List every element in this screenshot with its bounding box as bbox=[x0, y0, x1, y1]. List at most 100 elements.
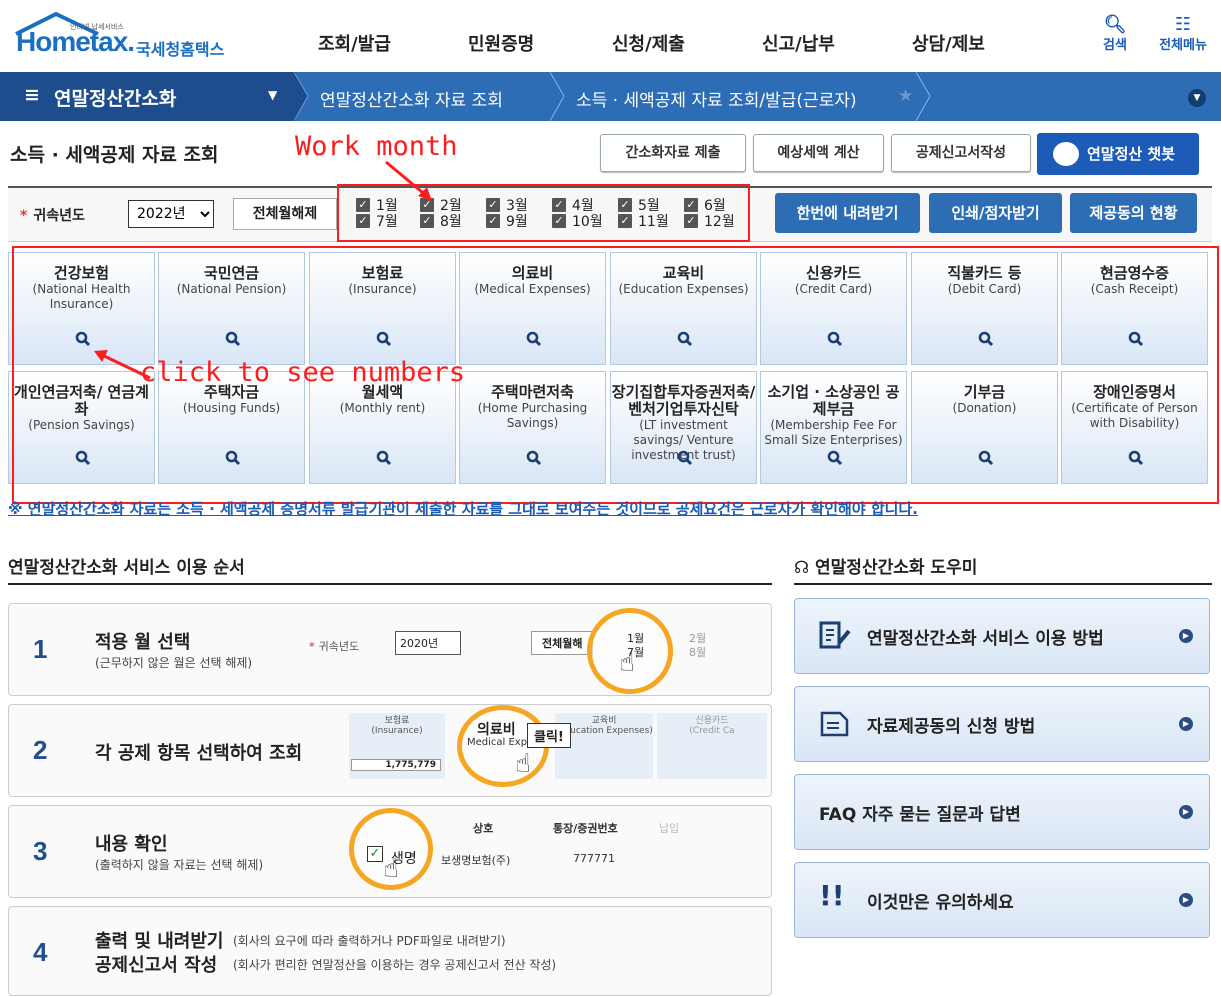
illus-year-label: 귀속년도 bbox=[318, 640, 360, 653]
illus-checkbox: ✓ bbox=[367, 846, 383, 862]
illus-amount: 1,775,779 bbox=[351, 759, 441, 771]
arrow-right-icon: ▶ bbox=[1179, 805, 1193, 819]
page-title: 소득 · 세액공제 자료 조회 bbox=[10, 144, 219, 166]
helper-consent[interactable]: 자료제공동의 신청 방법 ▶ bbox=[794, 686, 1210, 762]
grid-icon: ☷ bbox=[1174, 14, 1192, 35]
nav-filing[interactable]: 신고/납부 bbox=[762, 30, 835, 56]
month-checkbox[interactable]: ✓ 12월 bbox=[684, 214, 735, 230]
download-all-button[interactable]: 한번에 내려받기 bbox=[775, 193, 920, 233]
month-checkbox[interactable]: ✓ 8월 bbox=[420, 214, 462, 230]
step-desc-2: (회사가 편리한 연말정산을 이용하는 경우 공제신고서 전산 작성) bbox=[233, 958, 557, 972]
step-heading-2: 공제신고서 작성 bbox=[95, 955, 218, 976]
month-checkbox[interactable]: ✓ 4월 bbox=[552, 198, 594, 214]
caret-down-icon: ▼ bbox=[268, 88, 278, 102]
print-button[interactable]: 인쇄/점자받기 bbox=[929, 193, 1062, 233]
illus-col-header: 통장/증권번호 bbox=[553, 822, 618, 835]
consent-status-button[interactable]: 제공동의 현황 bbox=[1070, 193, 1197, 233]
step-number: 3 bbox=[33, 836, 48, 866]
step-heading: 각 공제 항목 선택하여 조회 bbox=[95, 743, 303, 764]
month-checkbox[interactable]: ✓ 7월 bbox=[356, 214, 398, 230]
nav-inquiry[interactable]: 조회/발급 bbox=[318, 30, 391, 56]
breadcrumb-bar: ≡ 연말정산간소화 ▼ 연말정산간소화 자료 조회 소득 · 세액공제 자료 조… bbox=[0, 72, 1221, 121]
document-icon bbox=[820, 711, 849, 737]
month-label: 11월 bbox=[638, 214, 669, 230]
chevron-right-icon bbox=[916, 72, 931, 121]
submit-data-button[interactable]: 간소화자료 제출 bbox=[600, 134, 746, 172]
illus-click-tooltip: 클릭! bbox=[527, 723, 571, 748]
deduction-form-button[interactable]: 공제신고서작성 bbox=[891, 134, 1031, 172]
step-1: 1 적용 월 선택 (근무하지 않은 월은 선택 해제) * 귀속년도 2020… bbox=[8, 603, 772, 696]
helper-caution[interactable]: !! 이것만은 유의하세요 ▶ bbox=[794, 862, 1210, 938]
month-checkbox[interactable]: ✓ 3월 bbox=[486, 198, 528, 214]
checkbox-checked-icon: ✓ bbox=[486, 198, 500, 212]
robot-icon bbox=[1053, 142, 1079, 166]
estimate-tax-button[interactable]: 예상세액 계산 bbox=[753, 134, 884, 172]
clear-months-button[interactable]: 전체월해제 bbox=[233, 198, 337, 230]
helper-label: FAQ 자주 묻는 질문과 답변 bbox=[819, 805, 1021, 825]
month-checkbox[interactable]: ✓ 10월 bbox=[552, 214, 603, 230]
checkbox-checked-icon: ✓ bbox=[356, 198, 370, 212]
annotation-work-month: Work month bbox=[295, 131, 458, 162]
helper-faq[interactable]: FAQ 자주 묻는 질문과 답변 ▶ bbox=[794, 774, 1210, 850]
star-icon[interactable]: ★ bbox=[898, 86, 913, 106]
hometax-logo[interactable]: 인터넷 납세서비스 Hometax. 국세청홈택스 bbox=[8, 12, 248, 60]
helper-label: 자료제공동의 신청 방법 bbox=[867, 717, 1036, 737]
month-label: 6월 bbox=[704, 198, 726, 214]
month-label: 8월 bbox=[440, 214, 462, 230]
checkbox-checked-icon: ✓ bbox=[420, 214, 434, 228]
hand-cursor-icon: ☝ bbox=[515, 749, 531, 779]
illus-col-header: 납입 bbox=[659, 822, 680, 835]
hamburger-icon: ≡ bbox=[24, 84, 40, 106]
breadcrumb-1[interactable]: 연말정산간소화 자료 조회 bbox=[320, 86, 503, 111]
headset-icon: ☊ bbox=[794, 558, 816, 578]
helper-label: 연말정산간소화 서비스 이용 방법 bbox=[867, 629, 1104, 649]
month-label: 10월 bbox=[572, 214, 603, 230]
all-menu-button[interactable]: ☷ 전체메뉴 bbox=[1148, 14, 1218, 53]
document-edit-icon bbox=[819, 621, 851, 649]
step-heading: 적용 월 선택 bbox=[95, 632, 191, 653]
year-label-text: 귀속년도 bbox=[33, 208, 85, 224]
checkbox-checked-icon: ✓ bbox=[684, 198, 698, 212]
notice-link[interactable]: ※ 연말정산간소화 자료는 소득 · 세액공제 증명서류 발급기관이 제출한 자… bbox=[8, 498, 918, 519]
illus-tile: 보험료 bbox=[384, 716, 410, 726]
checkbox-checked-icon: ✓ bbox=[618, 198, 632, 212]
step-number: 2 bbox=[33, 735, 48, 765]
month-checkbox[interactable]: ✓ 11월 bbox=[618, 214, 669, 230]
year-select[interactable]: 2022년 bbox=[128, 200, 214, 228]
illus-row-number: 777771 bbox=[573, 852, 615, 865]
breadcrumb-2[interactable]: 소득 · 세액공제 자료 조회/발급(근로자) bbox=[576, 86, 857, 111]
illus-tile: 교육비 bbox=[591, 716, 617, 726]
search-button[interactable]: 🔍︎ 검색 bbox=[1090, 14, 1140, 53]
chatbot-label: 연말정산 챗봇 bbox=[1087, 145, 1176, 163]
helper-usage[interactable]: 연말정산간소화 서비스 이용 방법 ▶ bbox=[794, 598, 1210, 674]
checkbox-checked-icon: ✓ bbox=[552, 198, 566, 212]
step-2: 2 각 공제 항목 선택하여 조회 보험료 (Insurance) 1,775,7… bbox=[8, 704, 772, 797]
illus-tile: 신용카드 bbox=[695, 716, 729, 726]
checkbox-checked-icon: ✓ bbox=[420, 198, 434, 212]
logo-wordmark: Hometax. bbox=[16, 26, 135, 57]
arrow-right-icon: ▶ bbox=[1179, 893, 1193, 907]
nav-application[interactable]: 신청/제출 bbox=[612, 30, 685, 56]
search-label: 검색 bbox=[1103, 38, 1127, 53]
step-desc: (회사의 요구에 따라 출력하거나 PDF파일로 내려받기) bbox=[233, 934, 506, 948]
logo-subtitle: 국세청홈택스 bbox=[136, 40, 225, 59]
chatbot-button[interactable]: 연말정산 챗봇 bbox=[1037, 133, 1199, 175]
month-checkbox[interactable]: ✓ 5월 bbox=[618, 198, 660, 214]
nav-certificate[interactable]: 민원증명 bbox=[468, 30, 534, 56]
menu-dropdown[interactable]: ≡ 연말정산간소화 ▼ bbox=[0, 72, 296, 121]
step-heading: 출력 및 내려받기 bbox=[95, 931, 224, 952]
helper-title-text: 연말정산간소화 도우미 bbox=[815, 558, 978, 578]
checkbox-checked-icon: ✓ bbox=[486, 214, 500, 228]
hand-cursor-icon: ☝ bbox=[619, 648, 635, 678]
arrow-right-icon: ▶ bbox=[1179, 629, 1193, 643]
month-checkbox[interactable]: ✓ 2월 bbox=[420, 198, 462, 214]
month-checkbox[interactable]: ✓ 9월 bbox=[486, 214, 528, 230]
chevron-right-icon bbox=[294, 72, 309, 121]
illus-col-header: 상호 bbox=[473, 822, 494, 835]
hand-cursor-icon: ☝ bbox=[383, 854, 399, 884]
expand-icon[interactable]: ▼ bbox=[1188, 89, 1206, 107]
nav-consult[interactable]: 상담/제보 bbox=[912, 30, 985, 56]
arrow-right-icon: ▶ bbox=[1179, 717, 1193, 731]
month-checkbox[interactable]: ✓ 1월 bbox=[356, 198, 398, 214]
month-checkbox[interactable]: ✓ 6월 bbox=[684, 198, 726, 214]
